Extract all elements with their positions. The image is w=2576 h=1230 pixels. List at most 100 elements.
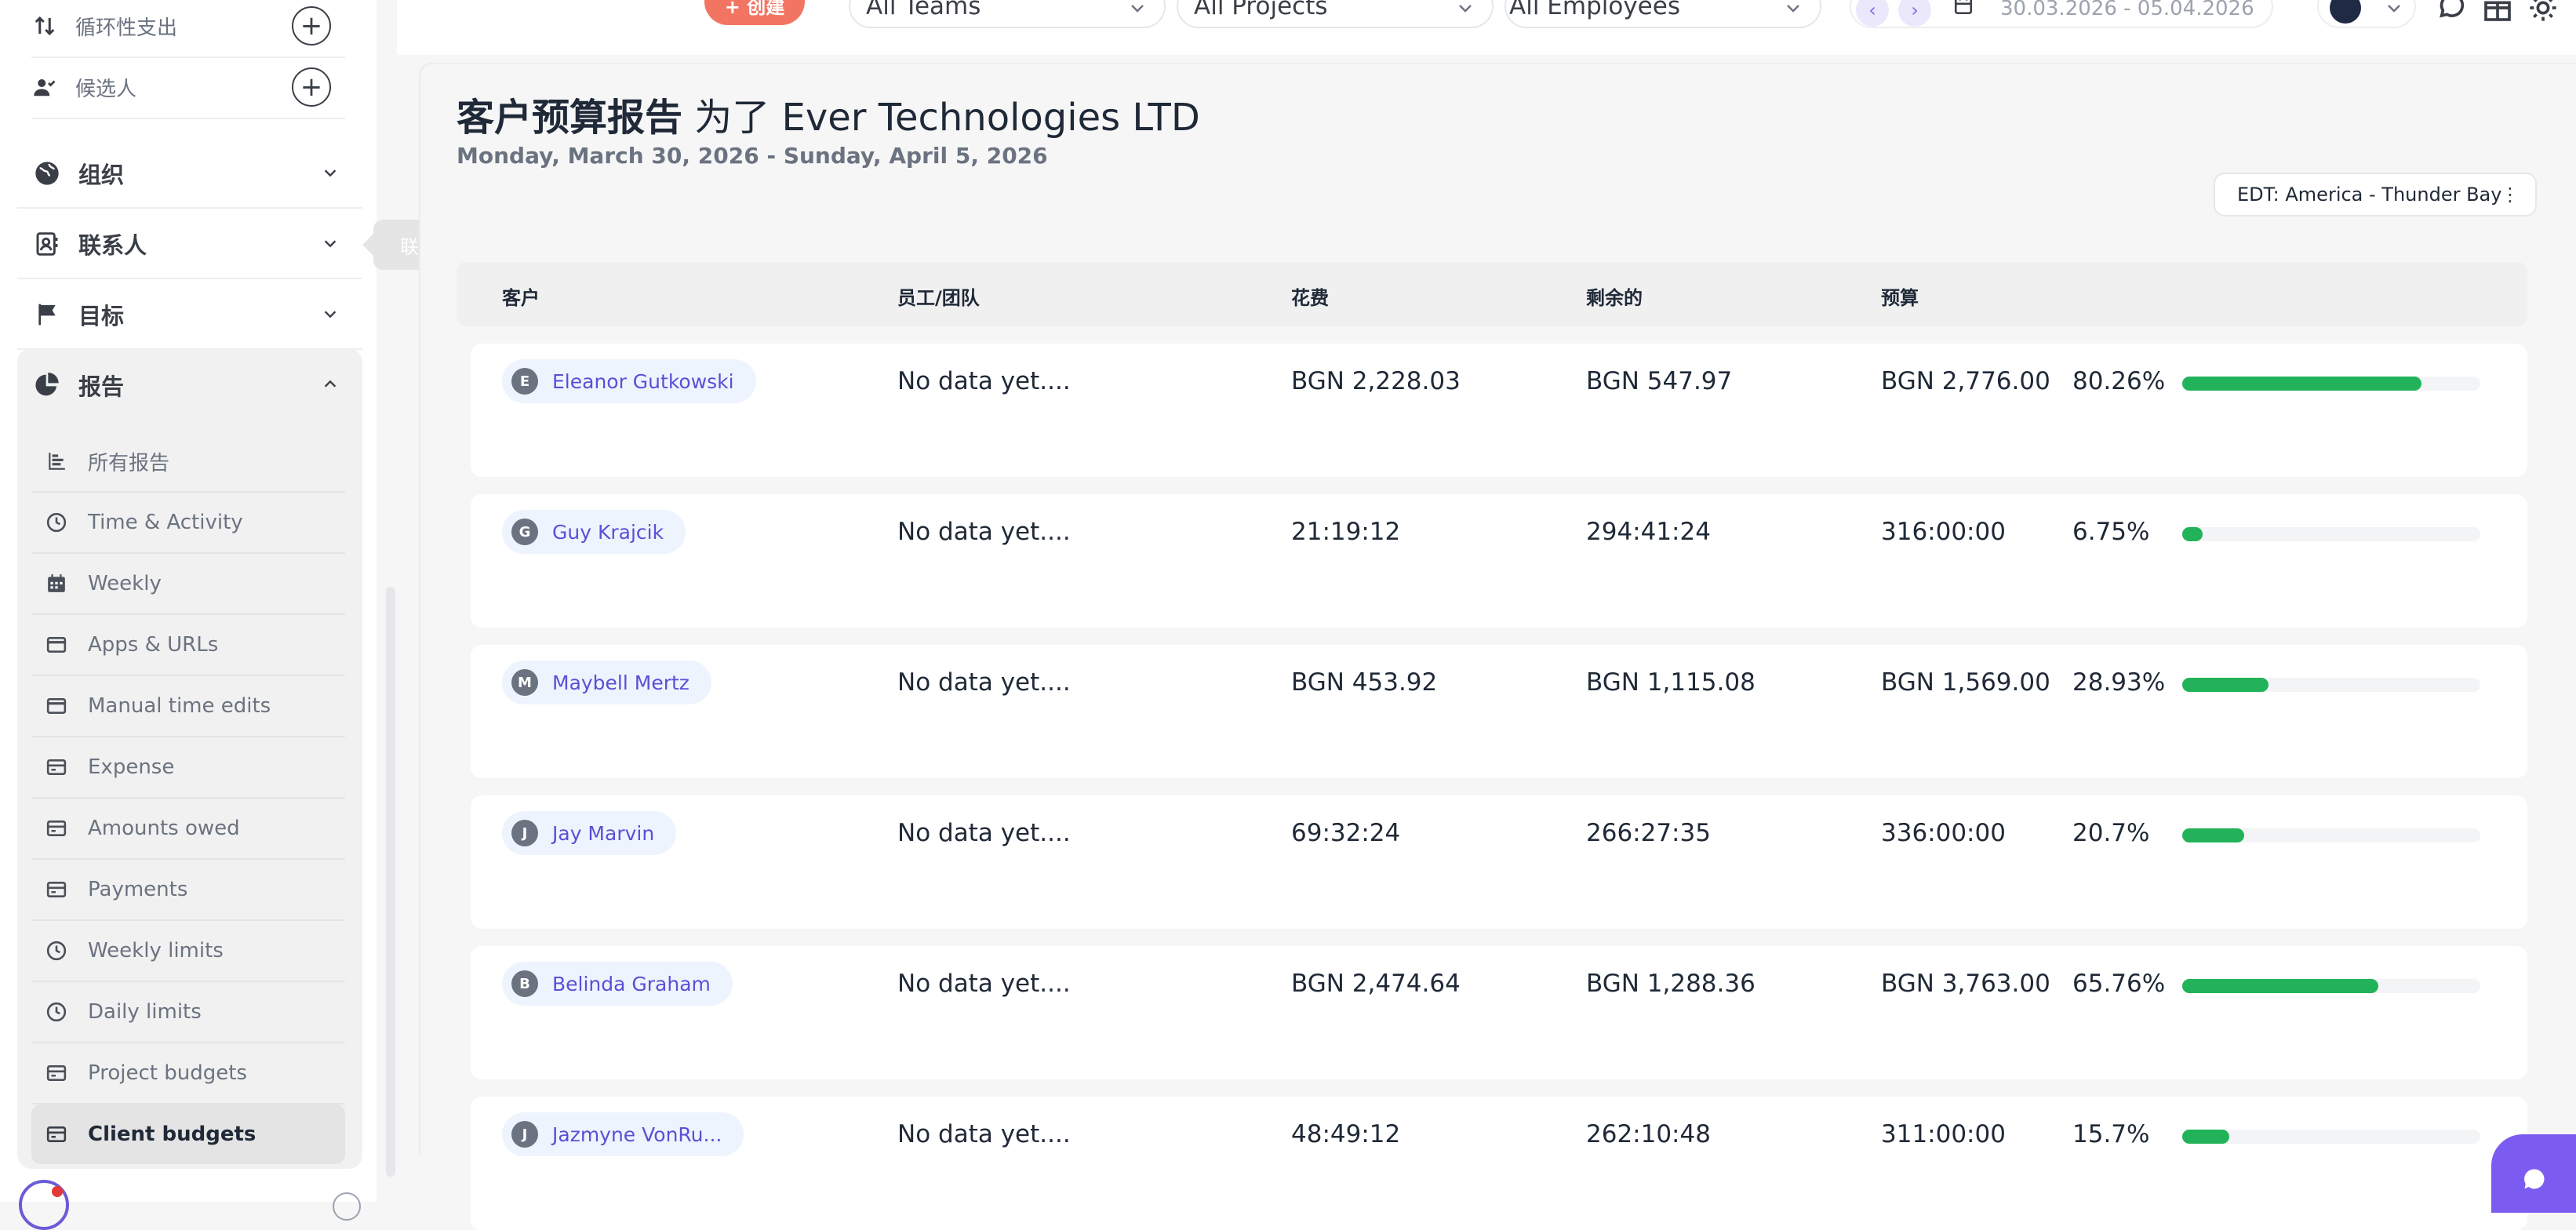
table-row[interactable]: E Eleanor Gutkowski No data yet.... BGN 2,2…: [471, 344, 2527, 477]
client-chip[interactable]: B Belinda Graham: [502, 962, 733, 1006]
spent-cell: 69:32:24: [1291, 819, 1401, 847]
table-row[interactable]: J Jay Marvin No data yet.... 69:32:24 266:27…: [471, 795, 2527, 929]
chevron-down-icon: [1128, 0, 1147, 24]
report-manual-time-edits[interactable]: Manual time edits: [31, 676, 345, 737]
chevron-down-icon: [322, 231, 339, 257]
client-chip[interactable]: J Jazmyne VonRu...: [502, 1112, 744, 1156]
sidebar-item-candidates[interactable]: 候选人 +: [31, 56, 345, 119]
budget-cell: 311:00:00: [1881, 1120, 2006, 1148]
report-all-reports[interactable]: 所有报告: [31, 431, 345, 493]
progress-bar-fill: [2182, 678, 2269, 692]
gift-icon[interactable]: [2482, 0, 2513, 27]
report-apps-urls[interactable]: Apps & URLs: [31, 615, 345, 676]
teams-select-value: All Teams: [866, 0, 981, 20]
client-name: Guy Krajcik: [552, 520, 664, 544]
client-chip[interactable]: E Eleanor Gutkowski: [502, 359, 756, 403]
projects-select[interactable]: All Projects: [1177, 0, 1494, 28]
chevron-up-icon: [322, 372, 339, 398]
contact-card-icon: [31, 228, 63, 260]
report-weekly-limits[interactable]: Weekly limits: [31, 921, 345, 982]
report-label: Daily limits: [88, 1000, 202, 1024]
report-daily-limits[interactable]: Daily limits: [31, 982, 345, 1043]
client-chip[interactable]: J Jay Marvin: [502, 811, 677, 855]
client-avatar: G: [511, 519, 538, 545]
clock-icon: [44, 999, 69, 1024]
card-icon: [44, 1061, 69, 1086]
column-header-remaining: 剩余的: [1586, 287, 1643, 309]
client-avatar: J: [511, 1121, 538, 1148]
column-header-spent: 花费: [1291, 287, 1329, 309]
report-weekly[interactable]: Weekly: [31, 554, 345, 615]
percent-cell: 20.7%: [2072, 819, 2150, 847]
budget-cell: 336:00:00: [1881, 819, 2006, 847]
report-label: 所有报告: [88, 451, 170, 475]
bar-chart-icon: [44, 449, 69, 474]
chat-widget-button[interactable]: [2491, 1134, 2576, 1213]
sidebar-section-goals[interactable]: 目标: [17, 281, 362, 350]
sidebar-section-label: 目标: [78, 303, 125, 329]
client-avatar: J: [511, 820, 538, 846]
flag-icon: [31, 299, 63, 330]
client-chip[interactable]: M Maybell Mertz: [502, 660, 711, 704]
employees-select[interactable]: All Employees: [1504, 0, 1821, 28]
report-label: Project budgets: [88, 1061, 247, 1085]
card-icon: [44, 632, 69, 657]
client-avatar: B: [511, 970, 538, 997]
sidebar-section-organization[interactable]: 组织: [17, 140, 362, 209]
sidebar-section-reports[interactable]: 报告: [17, 351, 362, 419]
calendar-icon: [1953, 0, 1974, 19]
clock-icon: [44, 510, 69, 535]
report-label: Amounts owed: [88, 817, 240, 840]
report-label: Manual time edits: [88, 694, 271, 718]
client-name: Belinda Graham: [552, 972, 711, 995]
create-button[interactable]: + 创建: [704, 0, 805, 25]
client-name: Maybell Mertz: [552, 671, 689, 694]
remaining-cell: BGN 1,288.36: [1586, 970, 1756, 998]
table-row[interactable]: G Guy Krajcik No data yet.... 21:19:12 294:4…: [471, 494, 2527, 628]
chevron-down-icon: [1456, 0, 1475, 24]
sidebar-item-label: 循环性支出: [75, 16, 178, 40]
remaining-cell: 266:27:35: [1586, 819, 1711, 847]
client-chip[interactable]: G Guy Krajcik: [502, 510, 686, 554]
collapse-sidebar-button[interactable]: [333, 1192, 361, 1221]
progress-bar: [2182, 377, 2480, 391]
column-header-client: 客户: [502, 287, 540, 309]
progress-bar: [2182, 1130, 2480, 1144]
report-project-budgets[interactable]: Project budgets: [31, 1043, 345, 1104]
report-client-budgets[interactable]: Client budgets: [31, 1104, 345, 1164]
sidebar-scrollbar[interactable]: [386, 587, 395, 1177]
teams-select[interactable]: All Teams: [849, 0, 1166, 28]
percent-cell: 15.7%: [2072, 1120, 2150, 1148]
card-icon: [44, 816, 69, 841]
more-vertical-icon: ⋮: [2501, 184, 2520, 206]
percent-cell: 80.26%: [2072, 367, 2166, 395]
notification-dot: [52, 1186, 63, 1197]
table-row[interactable]: B Belinda Graham No data yet.... BGN 2,474.…: [471, 946, 2527, 1079]
spent-cell: 21:19:12: [1291, 518, 1401, 546]
report-expense[interactable]: Expense: [31, 737, 345, 799]
sidebar-section-contacts[interactable]: 联系人: [17, 210, 362, 279]
report-time-activity[interactable]: Time & Activity: [31, 493, 345, 554]
gear-icon[interactable]: [2527, 0, 2559, 27]
timezone-selector[interactable]: EDT: America - Thunder Bay ⋮: [2214, 173, 2537, 217]
report-label: Time & Activity: [88, 511, 243, 534]
add-candidate-button[interactable]: +: [292, 67, 331, 107]
employee-cell: No data yet....: [897, 1120, 1071, 1148]
card-icon: [44, 877, 69, 902]
employee-cell: No data yet....: [897, 518, 1071, 546]
budget-cell: BGN 1,569.00: [1881, 668, 2050, 697]
chat-bubble-icon[interactable]: [2436, 0, 2468, 27]
add-recurring-expense-button[interactable]: +: [292, 6, 331, 45]
table-row[interactable]: M Maybell Mertz No data yet.... BGN 453.92 B…: [471, 645, 2527, 778]
budget-cell: BGN 2,776.00: [1881, 367, 2050, 395]
progress-bar: [2182, 527, 2480, 541]
report-label: Weekly limits: [88, 939, 224, 963]
table-row[interactable]: J Jazmyne VonRu... No data yet.... 48:49:12…: [471, 1097, 2527, 1230]
progress-bar: [2182, 678, 2480, 692]
report-payments[interactable]: Payments: [31, 860, 345, 921]
remaining-cell: BGN 1,115.08: [1586, 668, 1756, 697]
report-amounts-owed[interactable]: Amounts owed: [31, 799, 345, 860]
sidebar-section-label: 组织: [78, 162, 125, 188]
sidebar-item-recurring-expenses[interactable]: 循环性支出 +: [31, 0, 345, 58]
budget-cell: BGN 3,763.00: [1881, 970, 2050, 998]
